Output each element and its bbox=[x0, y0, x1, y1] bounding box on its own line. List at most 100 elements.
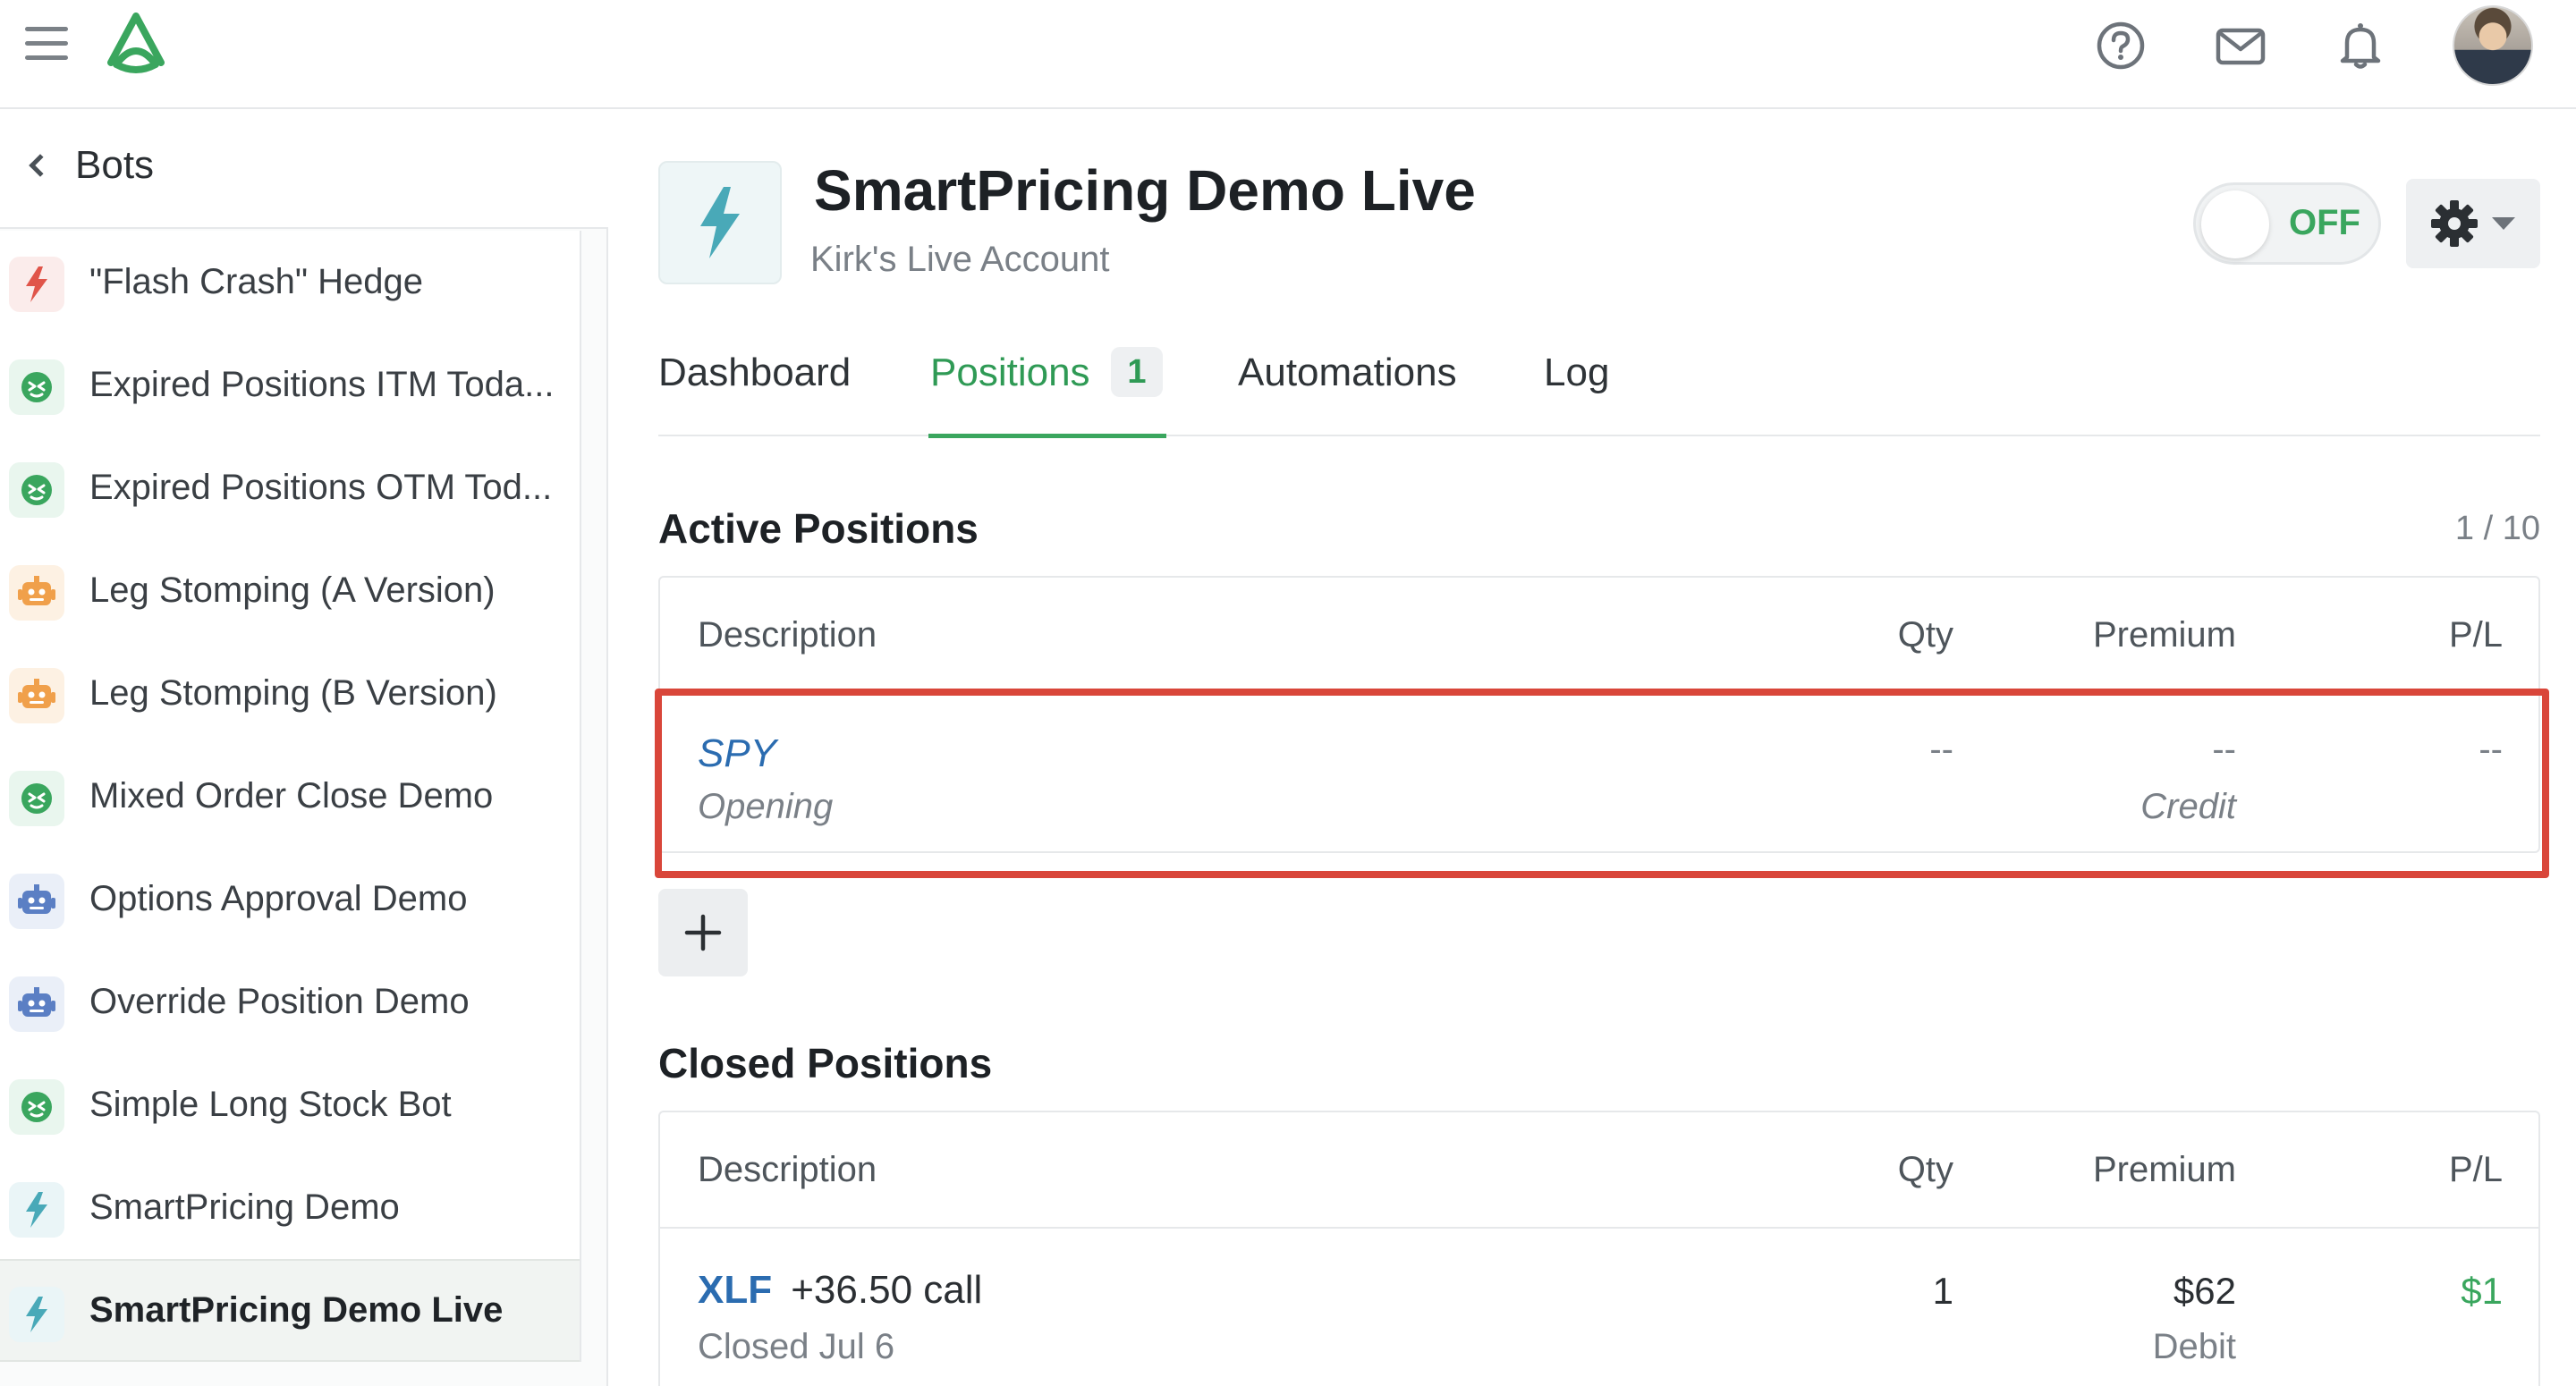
tab-log[interactable]: Log bbox=[1544, 325, 1615, 436]
settings-dropdown-button[interactable] bbox=[2406, 179, 2540, 268]
sidebar: Bots "Flash Crash" Hedge Expired Position… bbox=[0, 111, 608, 1386]
sidebar-item-label: Options Approval Demo bbox=[89, 879, 468, 918]
mail-icon[interactable] bbox=[2215, 20, 2267, 72]
plus-icon bbox=[684, 914, 722, 951]
active-positions-title: Active Positions bbox=[658, 505, 979, 552]
bot-avatar-tile bbox=[658, 161, 782, 284]
tab-automations-label: Automations bbox=[1238, 351, 1457, 394]
bot-on-off-toggle[interactable]: OFF bbox=[2193, 182, 2381, 265]
positions-count-badge: 1 bbox=[1111, 347, 1163, 397]
tab-log-label: Log bbox=[1544, 351, 1610, 394]
position-symbol-link[interactable]: SPY bbox=[698, 731, 776, 776]
lightning-icon bbox=[9, 1182, 64, 1238]
position-pl: -- bbox=[2479, 730, 2503, 769]
lightning-icon bbox=[9, 257, 64, 312]
active-positions-count: 1 / 10 bbox=[2454, 510, 2540, 547]
sidebar-item-label: Simple Long Stock Bot bbox=[89, 1085, 452, 1124]
position-premium-type: Credit bbox=[2140, 787, 2236, 826]
closed-position-qty: 1 bbox=[1932, 1270, 1953, 1312]
bell-icon[interactable] bbox=[2334, 20, 2386, 72]
position-qty: -- bbox=[1929, 730, 1953, 769]
robot-face-icon bbox=[9, 462, 64, 518]
top-bar bbox=[0, 0, 2576, 109]
col-qty: Qty bbox=[1897, 615, 1953, 655]
tab-positions-label: Positions bbox=[930, 351, 1090, 394]
toggle-knob bbox=[2201, 190, 2269, 258]
sidebar-item-label: SmartPricing Demo Live bbox=[89, 1290, 504, 1330]
col-premium: Premium bbox=[2092, 615, 2236, 655]
sidebar-item-bot[interactable]: Expired Positions OTM Tod... bbox=[0, 436, 580, 539]
sidebar-item-bot[interactable]: SmartPricing Demo Live bbox=[0, 1259, 580, 1362]
sidebar-item-label: Expired Positions OTM Tod... bbox=[89, 468, 553, 507]
tab-dashboard[interactable]: Dashboard bbox=[658, 325, 857, 436]
account-subtitle: Kirk's Live Account bbox=[810, 240, 1110, 279]
sidebar-item-label: SmartPricing Demo bbox=[89, 1187, 400, 1227]
help-icon[interactable] bbox=[2095, 20, 2147, 72]
sidebar-item-bot[interactable]: Simple Long Stock Bot bbox=[0, 1053, 580, 1156]
table-row[interactable]: SPY Opening -- -- Credit -- bbox=[660, 694, 2538, 851]
closed-position-premium: $62 bbox=[2173, 1270, 2236, 1312]
table-row[interactable]: XLF +36.50 call Closed Jul 6 1 $62 Debit… bbox=[660, 1229, 2538, 1386]
col-pl: P/L bbox=[2448, 615, 2503, 655]
back-to-bots-link[interactable]: Bots bbox=[27, 143, 154, 188]
robot-icon bbox=[9, 668, 64, 723]
col-description: Description bbox=[698, 1150, 877, 1189]
sidebar-item-bot[interactable]: Options Approval Demo bbox=[0, 848, 580, 951]
closed-position-status: Closed Jul 6 bbox=[698, 1327, 895, 1366]
robot-icon bbox=[9, 565, 64, 621]
sidebar-item-label: Leg Stomping (A Version) bbox=[89, 570, 496, 610]
sidebar-item-bot[interactable]: SmartPricing Demo bbox=[0, 1156, 580, 1259]
add-position-button[interactable] bbox=[658, 889, 748, 976]
position-premium: -- bbox=[2212, 730, 2236, 769]
col-qty: Qty bbox=[1897, 1150, 1953, 1189]
logo-icon[interactable] bbox=[100, 11, 172, 75]
closed-position-detail: +36.50 call bbox=[791, 1268, 983, 1312]
col-description: Description bbox=[698, 615, 877, 655]
back-label: Bots bbox=[75, 143, 155, 187]
closed-position-pl: $1 bbox=[2461, 1270, 2503, 1312]
sidebar-item-label: Override Position Demo bbox=[89, 982, 470, 1021]
sidebar-item-label: "Flash Crash" Hedge bbox=[89, 262, 424, 301]
tab-positions[interactable]: Positions 1 bbox=[928, 325, 1166, 438]
closed-position-symbol-link[interactable]: XLF bbox=[698, 1268, 772, 1312]
closed-position-description: XLF +36.50 call bbox=[698, 1268, 982, 1313]
sidebar-item-label: Expired Positions ITM Toda... bbox=[89, 365, 555, 404]
main-panel: SmartPricing Demo Live Kirk's Live Accou… bbox=[610, 111, 2576, 1386]
robot-face-icon bbox=[9, 771, 64, 826]
page-title: SmartPricing Demo Live bbox=[814, 158, 1476, 223]
sidebar-item-label: Mixed Order Close Demo bbox=[89, 776, 494, 816]
robot-icon bbox=[9, 874, 64, 929]
tab-dashboard-label: Dashboard bbox=[658, 351, 852, 394]
sidebar-item-bot[interactable]: Mixed Order Close Demo bbox=[0, 745, 580, 848]
robot-icon bbox=[9, 976, 64, 1032]
gear-icon bbox=[2431, 200, 2478, 247]
sidebar-item-bot[interactable]: "Flash Crash" Hedge bbox=[0, 231, 580, 334]
closed-positions-title: Closed Positions bbox=[658, 1040, 993, 1086]
table-header: Description Qty Premium P/L bbox=[660, 1112, 2538, 1229]
tab-bar: Dashboard Positions 1 Automations Log bbox=[658, 325, 2540, 438]
col-pl: P/L bbox=[2448, 1150, 2503, 1189]
chevron-left-icon bbox=[29, 154, 52, 177]
lightning-icon bbox=[9, 1287, 64, 1342]
toggle-label: OFF bbox=[2289, 203, 2360, 242]
lightning-icon bbox=[700, 187, 740, 258]
tab-automations[interactable]: Automations bbox=[1238, 325, 1474, 436]
avatar[interactable] bbox=[2453, 5, 2533, 86]
closed-position-premium-type: Debit bbox=[2152, 1327, 2236, 1366]
sidebar-item-bot[interactable]: Override Position Demo bbox=[0, 951, 580, 1053]
hamburger-menu-icon[interactable] bbox=[25, 27, 68, 63]
sidebar-item-bot[interactable]: Expired Positions ITM Toda... bbox=[0, 334, 580, 436]
caret-down-icon bbox=[2492, 217, 2515, 230]
active-positions-table: Description Qty Premium P/L SPY Opening … bbox=[658, 576, 2540, 853]
col-premium: Premium bbox=[2092, 1150, 2236, 1189]
robot-face-icon bbox=[9, 1079, 64, 1135]
bot-list: "Flash Crash" Hedge Expired Positions ITM… bbox=[0, 231, 581, 1362]
sidebar-item-bot[interactable]: Leg Stomping (B Version) bbox=[0, 642, 580, 745]
sidebar-item-label: Leg Stomping (B Version) bbox=[89, 673, 497, 713]
table-header: Description Qty Premium P/L bbox=[660, 578, 2538, 694]
sidebar-item-bot[interactable]: Leg Stomping (A Version) bbox=[0, 539, 580, 642]
robot-face-icon bbox=[9, 359, 64, 415]
closed-positions-table: Description Qty Premium P/L XLF +36.50 c… bbox=[658, 1111, 2540, 1386]
sidebar-header: Bots bbox=[0, 111, 608, 229]
position-status: Opening bbox=[698, 787, 834, 826]
